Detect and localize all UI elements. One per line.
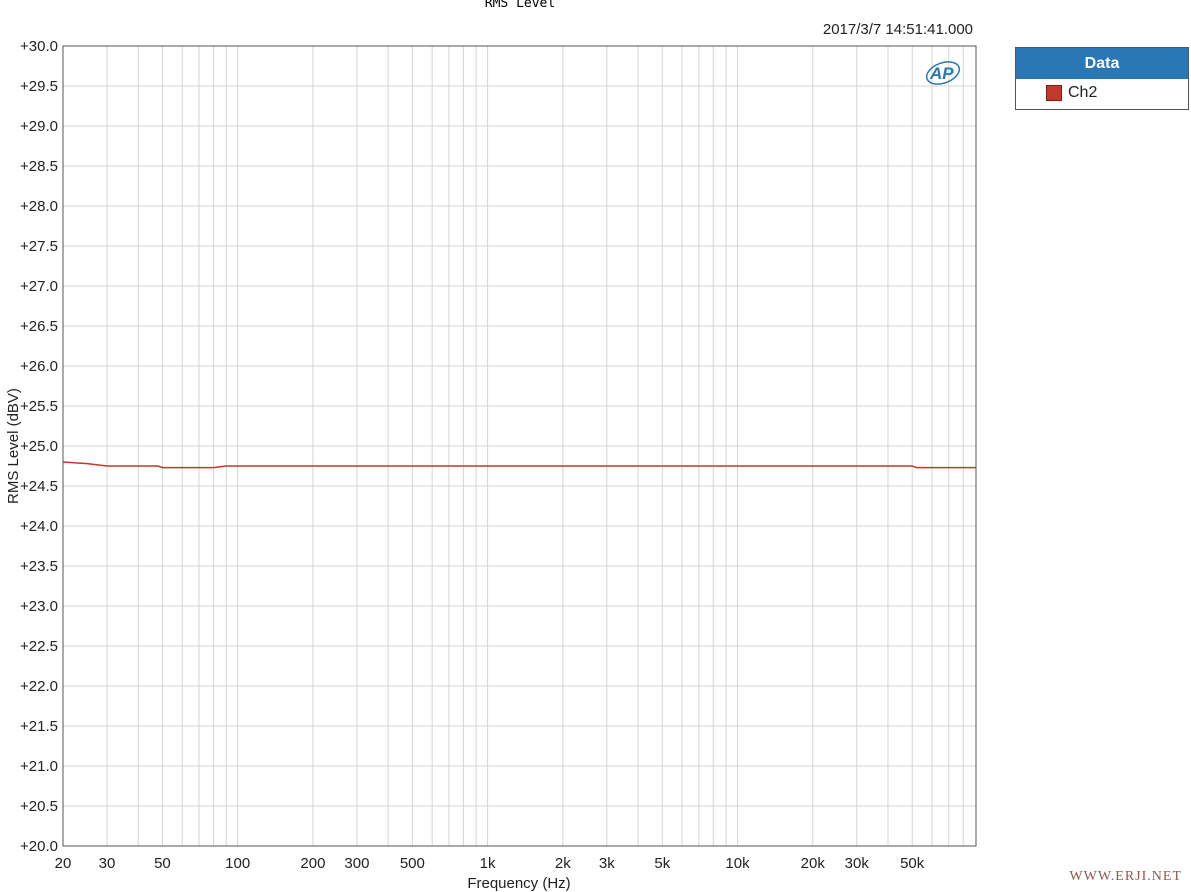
x-tick-label: 5k bbox=[654, 855, 670, 872]
x-tick-label: 30 bbox=[99, 855, 116, 872]
x-tick-label: 300 bbox=[344, 855, 369, 872]
x-tick-label: 2k bbox=[555, 855, 571, 872]
x-tick-label: 20k bbox=[801, 855, 826, 872]
x-tick-label: 10k bbox=[725, 855, 750, 872]
y-tick-label: +22.0 bbox=[20, 678, 58, 695]
x-tick-label: 50 bbox=[154, 855, 171, 872]
y-tick-label: +25.0 bbox=[20, 438, 58, 455]
x-tick-label: 30k bbox=[845, 855, 870, 872]
legend: Data Ch2 bbox=[1015, 47, 1189, 110]
svg-text:AP: AP bbox=[929, 64, 954, 83]
x-tick-label: 50k bbox=[900, 855, 925, 872]
y-tick-label: +28.5 bbox=[20, 158, 58, 175]
y-tick-label: +29.5 bbox=[20, 78, 58, 95]
legend-label: Ch2 bbox=[1068, 84, 1098, 101]
y-tick-label: +23.0 bbox=[20, 598, 58, 615]
x-tick-label: 20 bbox=[55, 855, 72, 872]
series-line-ch2 bbox=[62, 461, 976, 469]
y-tick-label: +20.5 bbox=[20, 798, 58, 815]
y-tick-label: +24.0 bbox=[20, 518, 58, 535]
y-tick-label: +22.5 bbox=[20, 638, 58, 655]
x-tick-label: 500 bbox=[400, 855, 425, 872]
y-tick-label: +24.5 bbox=[20, 478, 58, 495]
y-axis-label: RMS Level (dBV) bbox=[5, 388, 22, 504]
x-tick-label: 100 bbox=[225, 855, 250, 872]
y-tick-label: +27.5 bbox=[20, 238, 58, 255]
x-tick-label: 3k bbox=[599, 855, 615, 872]
y-tick-label: +30.0 bbox=[20, 38, 58, 55]
y-tick-label: +21.0 bbox=[20, 758, 58, 775]
legend-swatch bbox=[1046, 85, 1062, 101]
y-tick-label: +29.0 bbox=[20, 118, 58, 135]
chart-area: +30.0 +29.5 +29.0 +28.5 +28.0 +27.5 +27.0 +26.5… bbox=[5, 38, 977, 892]
y-tick-label: +25.5 bbox=[20, 398, 58, 415]
watermark: WWW.ERJI.NET bbox=[1069, 869, 1182, 884]
y-tick-label: +20.0 bbox=[20, 838, 58, 855]
y-tick-label: +26.0 bbox=[20, 358, 58, 375]
legend-header: Data bbox=[1016, 48, 1188, 79]
y-tick-label: +23.5 bbox=[20, 558, 58, 575]
x-tick-label: 200 bbox=[300, 855, 325, 872]
y-tick-label: +21.5 bbox=[20, 718, 58, 735]
y-tick-label: +27.0 bbox=[20, 278, 58, 295]
y-tick-label: +28.0 bbox=[20, 198, 58, 215]
x-tick-label: 1k bbox=[480, 855, 496, 872]
ap-logo-icon: AP bbox=[925, 61, 961, 85]
legend-item-ch2[interactable]: Ch2 bbox=[1016, 79, 1188, 102]
y-tick-label: +26.5 bbox=[20, 318, 58, 335]
x-axis-label: Frequency (Hz) bbox=[467, 875, 570, 892]
